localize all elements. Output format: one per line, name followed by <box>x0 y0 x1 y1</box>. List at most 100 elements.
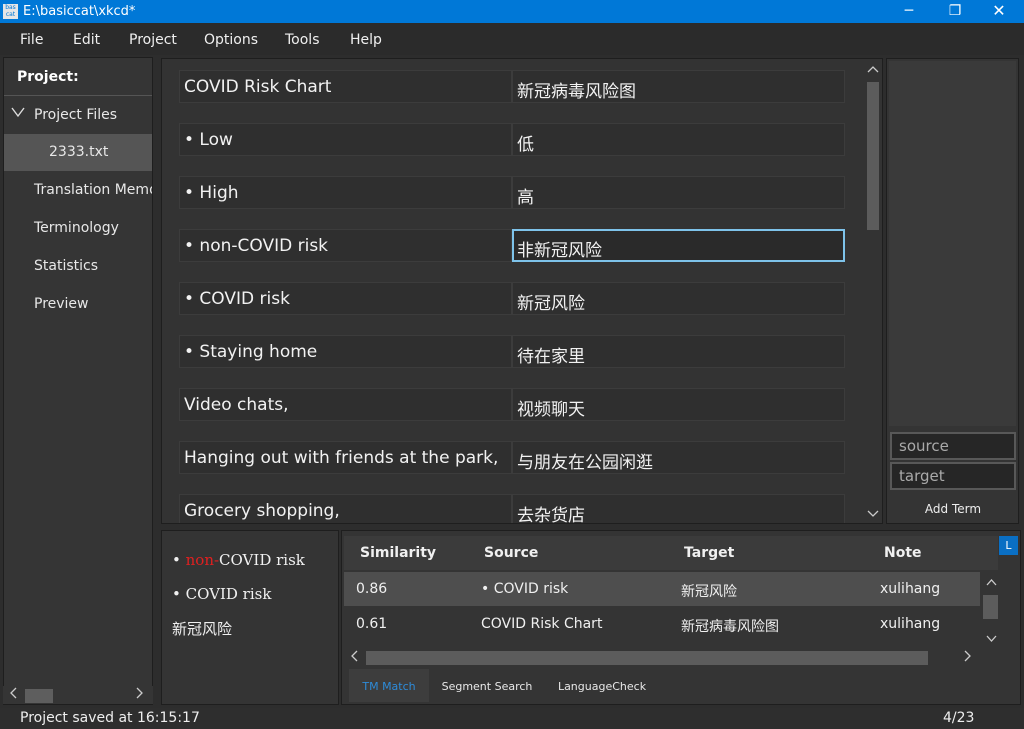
maximize-button[interactable]: ❐ <box>932 0 978 23</box>
segment-row: Grocery shopping, 去杂货店 <box>179 494 845 523</box>
minimize-button[interactable]: ─ <box>886 0 932 23</box>
arrow-left-icon[interactable] <box>350 650 358 665</box>
target-cell[interactable]: 高 <box>512 176 845 209</box>
arrow-down-icon[interactable] <box>867 509 879 521</box>
tm-tabbar: TM Match Segment Search LanguageCheck <box>349 669 989 702</box>
tm-horizontal-scrollbar[interactable] <box>344 649 980 667</box>
tm-corner-button[interactable]: L <box>999 536 1018 555</box>
close-button[interactable]: ✕ <box>976 0 1022 23</box>
column-header-note[interactable]: Note <box>884 545 922 561</box>
editor-vertical-scrollbar[interactable] <box>863 60 881 522</box>
segment-position: 4/23 <box>943 710 975 726</box>
arrow-up-icon[interactable] <box>986 577 997 589</box>
similarity-cell: 0.86 <box>356 581 388 597</box>
arrow-left-icon[interactable] <box>9 687 17 702</box>
diff-line: 新冠风险 <box>172 620 233 638</box>
status-message: Project saved at 16:15:17 <box>20 710 200 726</box>
segment-row: • COVID risk 新冠风险 <box>179 282 845 315</box>
source-cell[interactable]: • Staying home <box>179 335 512 368</box>
term-list <box>889 61 1016 426</box>
tm-vertical-scrollbar[interactable] <box>983 572 998 652</box>
diff-line: • COVID risk <box>172 585 272 603</box>
target-cell[interactable]: 低 <box>512 123 845 156</box>
tab-segment-search[interactable]: Segment Search <box>437 669 537 702</box>
term-target-input[interactable]: target <box>890 462 1016 490</box>
similarity-cell: 0.61 <box>356 616 388 632</box>
source-cell[interactable]: Grocery shopping, <box>179 494 512 523</box>
tree-item-file[interactable]: 2333.txt <box>4 134 152 171</box>
tree-item-label: 2333.txt <box>49 144 109 160</box>
tm-header: Similarity Source Target Note <box>344 536 998 570</box>
chevron-down-icon[interactable] <box>11 106 25 122</box>
scrollbar-thumb[interactable] <box>983 595 998 619</box>
segment-row: • Staying home 待在家里 <box>179 335 845 368</box>
target-cell[interactable]: 新冠病毒风险图 <box>512 70 845 103</box>
table-row[interactable]: 0.86 • COVID risk 新冠风险 xulihang <box>344 572 980 606</box>
column-header-target[interactable]: Target <box>684 545 734 561</box>
arrow-up-icon[interactable] <box>867 64 879 76</box>
term-panel: source target Add Term <box>886 58 1019 524</box>
segment-row: • High 高 <box>179 176 845 209</box>
note-cell: xulihang <box>880 581 941 597</box>
menu-file[interactable]: File <box>20 32 43 48</box>
add-term-button[interactable]: Add Term <box>890 496 1016 522</box>
menu-help[interactable]: Help <box>350 32 382 48</box>
source-cell[interactable]: • non-COVID risk <box>179 229 512 262</box>
tree-item-project-files[interactable]: Project Files <box>4 97 152 134</box>
arrow-right-icon[interactable] <box>136 687 144 702</box>
tree-item-statistics[interactable]: Statistics <box>4 248 152 285</box>
menu-options[interactable]: Options <box>204 32 258 48</box>
column-header-source[interactable]: Source <box>484 545 538 561</box>
tree-item-label: Translation Memory <box>34 182 152 198</box>
diff-panel: • non-COVID risk • COVID risk 新冠风险 <box>161 530 339 705</box>
arrow-down-icon[interactable] <box>986 634 997 646</box>
target-cell[interactable]: 视频聊天 <box>512 388 845 421</box>
tab-language-check[interactable]: LanguageCheck <box>553 669 651 702</box>
note-cell: xulihang <box>880 616 941 632</box>
source-cell[interactable]: • COVID risk <box>179 282 512 315</box>
source-cell[interactable]: COVID Risk Chart <box>179 70 512 103</box>
source-cell[interactable]: Video chats, <box>179 388 512 421</box>
source-cell: COVID Risk Chart <box>481 616 603 632</box>
segment-row: Video chats, 视频聊天 <box>179 388 845 421</box>
menu-tools[interactable]: Tools <box>285 32 320 48</box>
menu-project[interactable]: Project <box>129 32 177 48</box>
tree-item-translation-memory[interactable]: Translation Memory <box>4 172 152 209</box>
column-header-similarity[interactable]: Similarity <box>360 545 436 561</box>
segment-row: • non-COVID risk 非新冠风险 <box>179 229 845 262</box>
diff-prefix: • <box>172 551 186 569</box>
project-panel: Project: Project Files 2333.txt Translat… <box>3 57 153 705</box>
app-icon: bas cat <box>3 4 18 19</box>
diff-deleted-text: non- <box>185 551 220 569</box>
tree-item-preview[interactable]: Preview <box>4 286 152 323</box>
tm-panel: Similarity Source Target Note 0.86 • COV… <box>341 530 1021 705</box>
diff-rest: COVID risk <box>219 551 305 569</box>
table-row[interactable]: 0.61 COVID Risk Chart 新冠病毒风险图 xulihang <box>344 607 980 641</box>
tab-tm-match[interactable]: TM Match <box>349 669 429 702</box>
scrollbar-thumb[interactable] <box>366 651 928 665</box>
target-cell-active[interactable]: 非新冠风险 <box>512 229 845 262</box>
scrollbar-thumb[interactable] <box>867 82 879 230</box>
window-title: E:\basiccat\xkcd* <box>23 4 136 19</box>
sidebar-horizontal-scrollbar[interactable] <box>3 686 153 704</box>
project-title: Project: <box>17 69 79 85</box>
arrow-right-icon[interactable] <box>964 650 972 665</box>
term-source-input[interactable]: source <box>890 432 1016 460</box>
tree-item-label: Terminology <box>34 220 119 236</box>
target-cell[interactable]: 去杂货店 <box>512 494 845 523</box>
source-cell[interactable]: • High <box>179 176 512 209</box>
target-cell[interactable]: 与朋友在公园闲逛 <box>512 441 845 474</box>
tree-item-terminology[interactable]: Terminology <box>4 210 152 247</box>
segment-row: Hanging out with friends at the park, 与朋… <box>179 441 845 474</box>
diff-line: • non-COVID risk <box>172 551 305 569</box>
target-cell[interactable]: 新冠风险 <box>512 282 845 315</box>
tree-item-label: Preview <box>34 296 89 312</box>
scrollbar-thumb[interactable] <box>25 689 53 703</box>
segment-editor: COVID Risk Chart 新冠病毒风险图 • Low 低 • High … <box>161 58 883 524</box>
target-cell: 新冠病毒风险图 <box>681 619 779 635</box>
target-cell[interactable]: 待在家里 <box>512 335 845 368</box>
source-cell[interactable]: • Low <box>179 123 512 156</box>
source-cell: • COVID risk <box>481 581 569 597</box>
source-cell[interactable]: Hanging out with friends at the park, <box>179 441 512 474</box>
menu-edit[interactable]: Edit <box>73 32 100 48</box>
